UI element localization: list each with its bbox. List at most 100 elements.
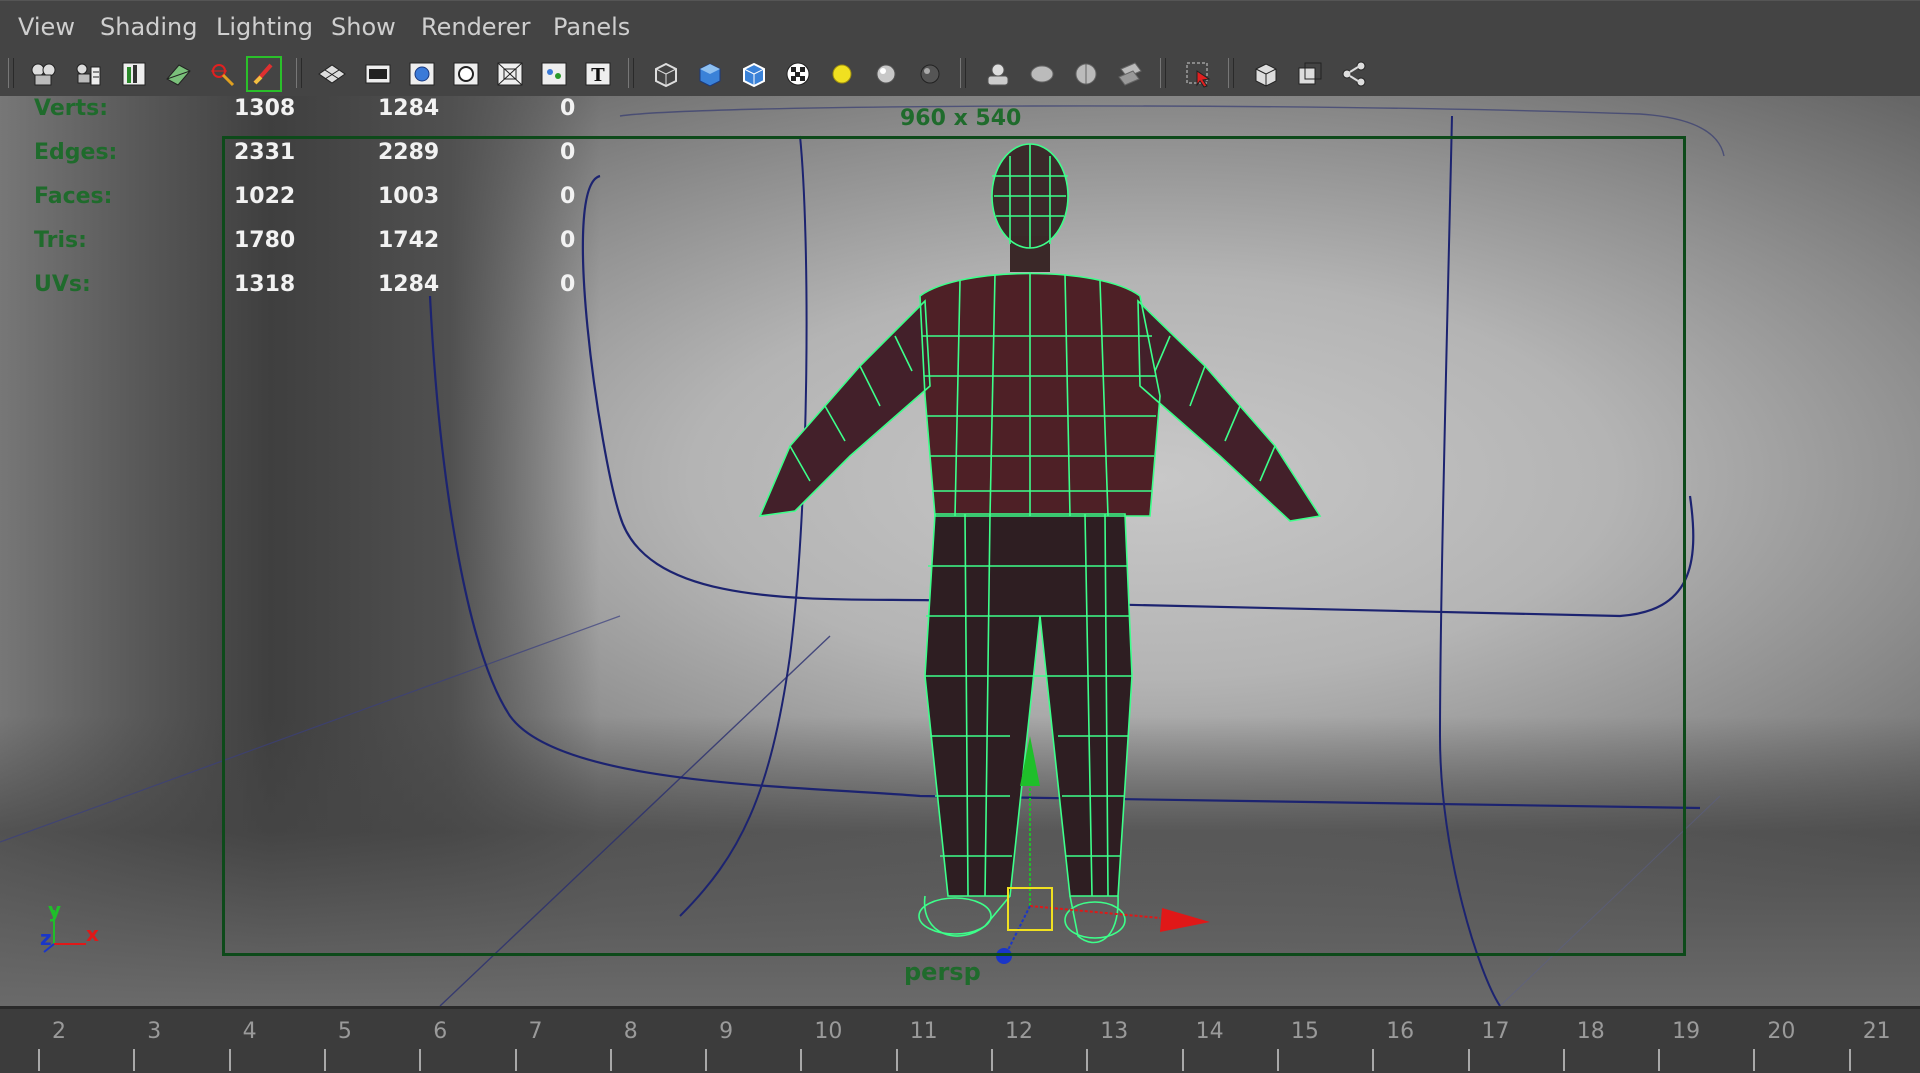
select-camera-icon[interactable]	[26, 56, 62, 92]
hud-uvs-value: 1284	[378, 272, 440, 297]
frame-tick	[38, 1049, 40, 1071]
frame-number: 3	[147, 1019, 162, 1044]
shadows-icon[interactable]	[868, 56, 904, 92]
resolution-gate-icon[interactable]	[404, 56, 440, 92]
persp-viewport[interactable]: y z x 960 x 540 persp Verts: 1308 1284 0…	[0, 96, 1920, 1006]
menu-lighting[interactable]: Lighting	[216, 13, 313, 41]
camera-view-icon[interactable]	[1248, 56, 1284, 92]
time-slider[interactable]: 2 3 4 5 6 7 8 9 10 11 12 13 14 15 16 17 18 19 20 21	[0, 1006, 1920, 1073]
2d-pan-zoom-icon[interactable]	[204, 56, 240, 92]
camera-name[interactable]: persp	[904, 958, 981, 986]
frame-number: 8	[623, 1019, 638, 1044]
smooth-shade-icon[interactable]	[692, 56, 728, 92]
frame-tick	[323, 1049, 326, 1071]
axis-label-z: z	[40, 926, 52, 950]
frame-tick	[895, 1049, 898, 1071]
frame-number: 12	[1005, 1019, 1033, 1044]
hud-uvs-value: 1318	[234, 272, 296, 297]
grid-icon[interactable]	[314, 56, 350, 92]
hud-verts-value: 0	[560, 96, 576, 121]
hud-verts-value: 1284	[378, 96, 440, 121]
menu-view[interactable]: View	[18, 13, 75, 41]
frame-number: 2	[52, 1019, 66, 1044]
xray-joints-icon[interactable]	[1068, 56, 1104, 92]
frame-number: 13	[1100, 1019, 1129, 1044]
hud-label-uvs: UVs:	[34, 272, 91, 297]
hud-edges-value: 2289	[378, 140, 440, 165]
toolbar-separator	[1160, 58, 1166, 88]
frame-number: 17	[1481, 1019, 1510, 1044]
hud-tris-value: 1742	[378, 228, 440, 253]
wireframe-on-shaded-icon[interactable]	[736, 56, 772, 92]
textured-icon[interactable]	[780, 56, 816, 92]
isolate-select-icon[interactable]	[980, 56, 1016, 92]
axis-label-y: y	[48, 898, 62, 922]
hud-verts-value: 1308	[234, 96, 296, 121]
menu-panels[interactable]: Panels	[553, 13, 630, 41]
frame-number: 5	[337, 1019, 352, 1044]
frame-tick	[1086, 1049, 1089, 1071]
bookmarks-icon[interactable]	[116, 56, 152, 92]
safe-title-icon[interactable]: T	[580, 56, 616, 92]
frame-tick	[133, 1049, 136, 1071]
frame-number: 15	[1290, 1019, 1319, 1044]
frame-tick	[514, 1049, 517, 1071]
frame-number: 16	[1386, 1019, 1415, 1044]
hud-faces-value: 0	[560, 184, 576, 209]
menu-shading[interactable]: Shading	[100, 13, 198, 41]
hud-edges-value: 2331	[234, 140, 296, 165]
hud-edges-value: 0	[560, 140, 576, 165]
toolbar-separator	[960, 58, 966, 88]
resolution-readout: 960 x 540	[900, 106, 1022, 131]
hud-faces-value: 1022	[234, 184, 296, 209]
field-chart-icon[interactable]	[492, 56, 528, 92]
hud-tris-value: 1780	[234, 228, 296, 253]
frame-number: 4	[242, 1019, 257, 1044]
grease-pencil-icon[interactable]	[246, 56, 282, 92]
frame-number: 18	[1576, 1019, 1605, 1044]
hud-label-verts: Verts:	[34, 96, 109, 121]
image-plane-icon[interactable]	[160, 56, 196, 92]
toolbar-separator	[8, 58, 14, 88]
frame-number: 10	[814, 1019, 843, 1044]
frame-tick	[1658, 1049, 1661, 1071]
gate-mask-icon[interactable]	[448, 56, 484, 92]
use-all-lights-icon[interactable]	[824, 56, 860, 92]
two-view-icon[interactable]	[1292, 56, 1328, 92]
screen-space-ao-icon[interactable]	[912, 56, 948, 92]
frame-tick	[1372, 1049, 1375, 1071]
frame-tick	[705, 1049, 708, 1071]
frame-number: 11	[909, 1019, 938, 1044]
frame-tick	[1562, 1049, 1565, 1071]
hud-faces-value: 1003	[378, 184, 440, 209]
axis-label-x: x	[86, 922, 99, 946]
film-gate-icon[interactable]	[360, 56, 396, 92]
resolution-gate	[222, 136, 1686, 956]
hud-label-tris: Tris:	[34, 228, 87, 253]
hud-tris-value: 0	[560, 228, 576, 253]
frame-tick	[991, 1049, 993, 1071]
frame-number: 19	[1672, 1019, 1701, 1044]
wireframe-icon[interactable]	[648, 56, 684, 92]
safe-action-icon[interactable]	[536, 56, 572, 92]
hud-uvs-value: 0	[560, 272, 576, 297]
frame-tick	[609, 1049, 612, 1071]
panel-menu-bar: View Shading Lighting Show Renderer Pane…	[0, 0, 1920, 57]
xray-components-icon[interactable]	[1112, 56, 1148, 92]
frame-tick	[1181, 1049, 1184, 1071]
menu-show[interactable]: Show	[331, 13, 396, 41]
toolbar-separator	[296, 58, 302, 88]
frame-number: 14	[1195, 1019, 1224, 1044]
node-editor-icon[interactable]	[1336, 56, 1372, 92]
frame-tick	[228, 1049, 231, 1071]
frame-tick	[419, 1049, 422, 1071]
xray-icon[interactable]	[1024, 56, 1060, 92]
frame-number: 7	[528, 1019, 543, 1044]
camera-attributes-icon[interactable]	[70, 56, 106, 92]
frame-number: 21	[1862, 1019, 1891, 1044]
hud-label-faces: Faces:	[34, 184, 113, 209]
frame-number: 9	[719, 1019, 734, 1044]
svg-text:T: T	[591, 65, 605, 86]
menu-renderer[interactable]: Renderer	[421, 13, 531, 41]
select-highlight-icon[interactable]	[1180, 56, 1216, 92]
